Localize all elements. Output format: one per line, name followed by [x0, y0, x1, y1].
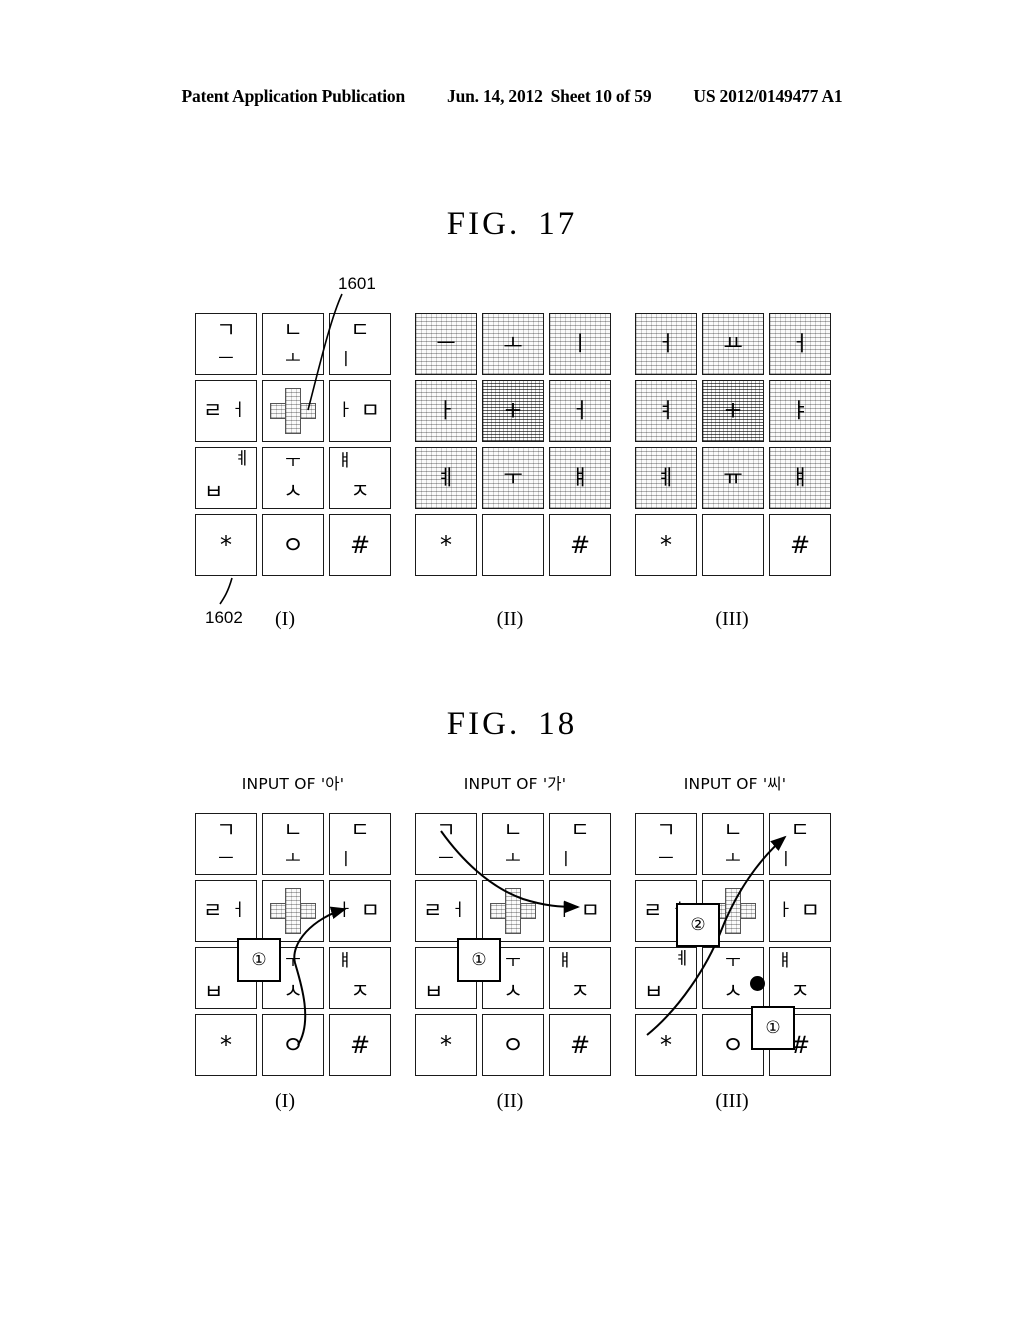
fig17-leader-lines — [219, 293, 343, 605]
